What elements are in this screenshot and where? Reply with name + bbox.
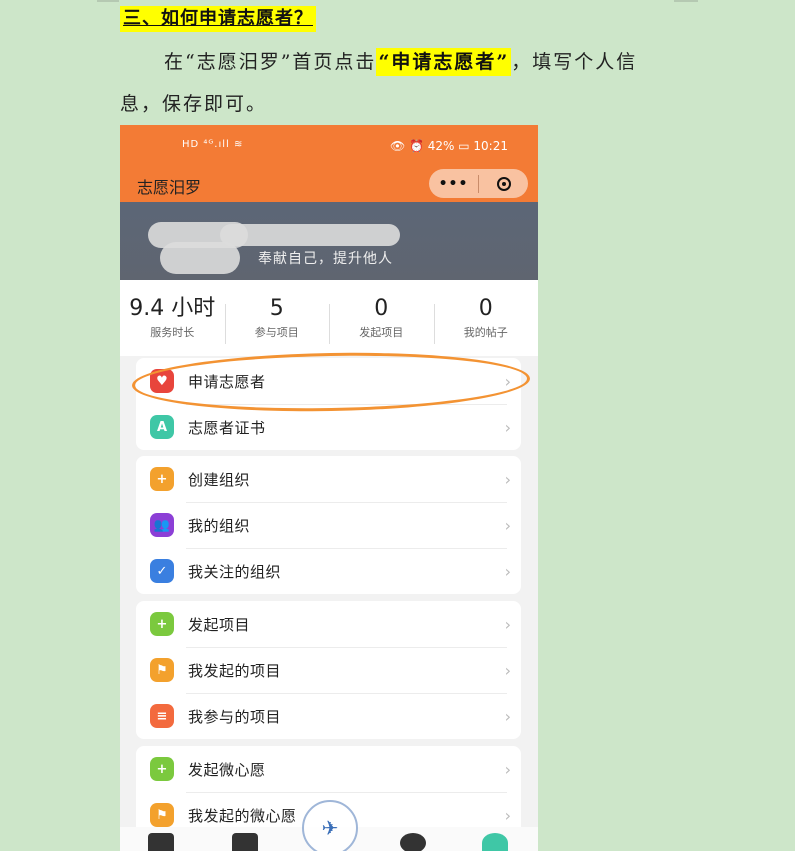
- menu-item[interactable]: + 创建组织 ›: [136, 456, 521, 502]
- instruction-paragraph: 在“志愿汨罗”首页点击 “申请志愿者” ，填写个人信: [120, 44, 680, 80]
- chevron-right-icon: ›: [504, 515, 511, 535]
- stat-value: 5: [269, 296, 284, 321]
- menu-item[interactable]: ≡ 我参与的项目 ›: [136, 693, 521, 739]
- compass-tab-icon[interactable]: [400, 833, 426, 851]
- chevron-right-icon: ›: [504, 660, 511, 680]
- calendar-check-icon: ✓: [150, 559, 174, 583]
- stat-initiated-projects[interactable]: 0 发起项目: [329, 296, 434, 344]
- menu-item[interactable]: + 发起微心愿 ›: [136, 746, 521, 792]
- flag-icon: ⚑: [150, 658, 174, 682]
- stat-value: 0: [478, 296, 493, 321]
- page-corner-mark-left: [97, 0, 119, 2]
- profile-banner: 奉献自己，提升他人: [120, 202, 538, 280]
- chevron-right-icon: ›: [504, 371, 511, 391]
- chevron-right-icon: ›: [504, 614, 511, 634]
- stats-bar: 9.4 小时 服务时长 5 参与项目 0 发起项目 0 我的帖子: [120, 280, 538, 356]
- chevron-right-icon: ›: [504, 417, 511, 437]
- stat-service-hours[interactable]: 9.4 小时 服务时长: [120, 296, 225, 340]
- menu-item[interactable]: ✓ 我关注的组织 ›: [136, 548, 521, 594]
- menu-item-label: 创建组织: [188, 470, 251, 489]
- instruction-text-after: ，填写个人信: [511, 51, 638, 73]
- chevron-right-icon: ›: [504, 706, 511, 726]
- status-battery-time: 👁 ⏰ 42% ▭ 10:21: [389, 139, 508, 153]
- close-button[interactable]: [479, 176, 528, 191]
- section-heading: 三、如何申请志愿者？: [120, 6, 316, 32]
- menu-item[interactable]: A 志愿者证书 ›: [136, 404, 521, 450]
- page-corner-mark-right: [674, 0, 698, 2]
- chevron-right-icon: ›: [504, 805, 511, 825]
- app-title: 志愿汨罗: [137, 178, 202, 197]
- chevron-right-icon: ›: [504, 759, 511, 779]
- profile-tab-icon[interactable]: [482, 833, 508, 851]
- stat-label: 我的帖子: [463, 326, 508, 339]
- stat-value: 0: [374, 296, 389, 321]
- menu-item-label: 我关注的组织: [188, 562, 282, 581]
- stat-value: 9.4 小时: [129, 296, 216, 321]
- status-bar: HD ⁴ᴳ.ıll ≋ 👁 ⏰ 42% ▭ 10:21: [120, 125, 538, 169]
- menu-item-label: 发起项目: [188, 615, 251, 634]
- target-icon: [496, 176, 511, 191]
- watermark-seal-icon: ✈: [302, 800, 358, 851]
- certificate-icon: A: [150, 415, 174, 439]
- stat-label: 参与项目: [254, 326, 299, 339]
- miniprogram-capsule: •••: [429, 169, 528, 198]
- instruction-text-before: 在“志愿汨罗”首页点击: [164, 51, 377, 73]
- stat-label: 服务时长: [150, 326, 195, 339]
- plus-circle-icon: +: [150, 612, 174, 636]
- menu-group: + 创建组织 › 👥 我的组织 › ✓ 我关注的组织 ›: [136, 456, 521, 594]
- menu-group: + 发起项目 › ⚑ 我发起的项目 › ≡ 我参与的项目 ›: [136, 601, 521, 739]
- home-tab-icon[interactable]: [148, 833, 174, 851]
- menu-item-label: 发起微心愿: [188, 760, 266, 779]
- menu-item[interactable]: ⚑ 我发起的项目 ›: [136, 647, 521, 693]
- stat-my-posts[interactable]: 0 我的帖子: [433, 296, 539, 344]
- stat-joined-projects[interactable]: 5 参与项目: [224, 296, 330, 344]
- stat-label: 发起项目: [359, 326, 404, 339]
- menu-item[interactable]: ♥ 申请志愿者 ›: [136, 358, 521, 404]
- app-header: 志愿汨罗 •••: [120, 169, 538, 202]
- redacted-text-blur: [220, 224, 400, 246]
- flag-icon: ⚑: [150, 803, 174, 827]
- instruction-text-line2: 息，保存即可。: [120, 93, 268, 115]
- more-icon[interactable]: •••: [429, 176, 478, 192]
- menu-item[interactable]: 👥 我的组织 ›: [136, 502, 521, 548]
- chevron-right-icon: ›: [504, 469, 511, 489]
- menu-item-label: 我参与的项目: [188, 707, 282, 726]
- instruction-paragraph-line2: 息，保存即可。: [120, 86, 680, 122]
- menu-item-label: 我的组织: [188, 516, 251, 535]
- redacted-avatar-blur: [160, 242, 240, 274]
- create-org-icon: +: [150, 467, 174, 491]
- profile-slogan: 奉献自己，提升他人: [258, 251, 393, 267]
- menu-item-label: 我发起的项目: [188, 661, 282, 680]
- chevron-right-icon: ›: [504, 561, 511, 581]
- plus-circle-icon: +: [150, 757, 174, 781]
- status-signal: HD ⁴ᴳ.ıll ≋: [182, 139, 244, 150]
- highlighted-apply-volunteer: “申请志愿者”: [376, 48, 512, 76]
- menu-item[interactable]: + 发起项目 ›: [136, 601, 521, 647]
- menu-group: ♥ 申请志愿者 › A 志愿者证书 ›: [136, 358, 521, 450]
- menu-item-label: 申请志愿者: [188, 372, 266, 391]
- people-icon: 👥: [150, 513, 174, 537]
- menu-item-label: 志愿者证书: [188, 418, 266, 437]
- phone-screenshot: HD ⁴ᴳ.ıll ≋ 👁 ⏰ 42% ▭ 10:21 志愿汨罗 ••• 奉献自…: [120, 125, 538, 851]
- list-icon: ≡: [150, 704, 174, 728]
- heart-icon: ♥: [150, 369, 174, 393]
- folder-tab-icon[interactable]: [232, 833, 258, 851]
